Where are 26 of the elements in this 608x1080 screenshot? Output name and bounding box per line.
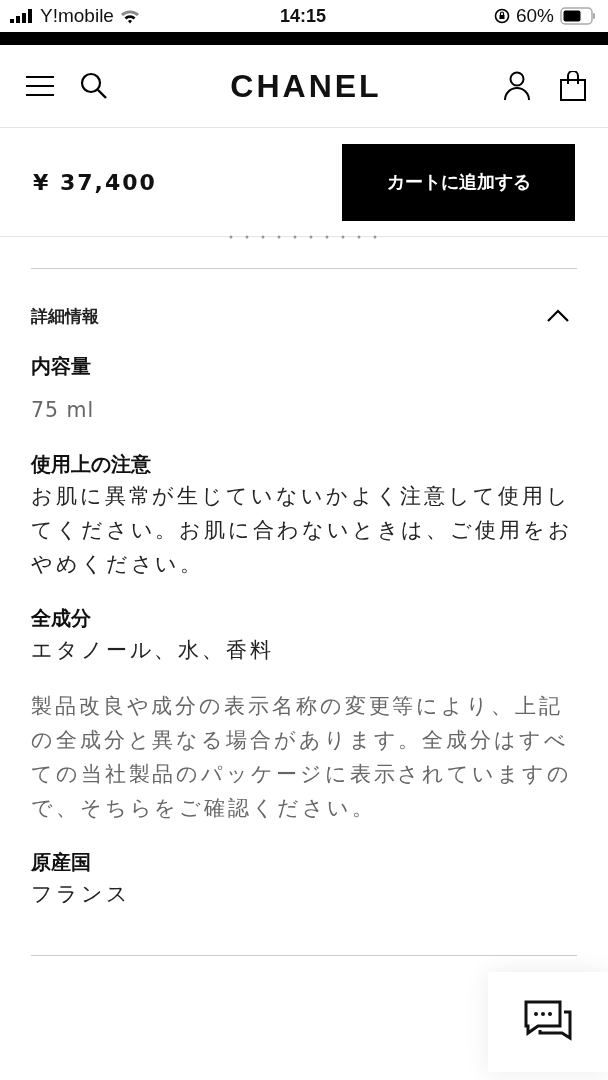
signal-icon (10, 9, 34, 23)
clock-time: 14:15 (279, 5, 326, 27)
brand-logo[interactable]: CHANEL (230, 67, 382, 105)
section-heading: 使用上の注意 (31, 451, 152, 478)
section-text: お肌に異常が生じていないかよく注意して使用してください。お肌に合わないときは、ご使用をおやめください。 (31, 483, 574, 578)
chat-button[interactable] (488, 972, 608, 1072)
menu-button[interactable] (26, 76, 54, 96)
battery-percent: 60% (515, 5, 554, 27)
section-text: 製品改良や成分の表示名称の変更等により、上記の全成分と異なる場合があります。全成分はすべての当社製品のパッケージに表示されていますので、そちらをご確認ください。 (31, 693, 573, 822)
wifi-icon (119, 8, 140, 24)
section-heading: 内容量 (31, 353, 92, 380)
section-heading: 原産国 (31, 849, 92, 876)
rotation-lock-icon (493, 8, 510, 24)
battery-icon (560, 7, 596, 25)
chat-bubbles-icon (524, 1000, 572, 1044)
section-text: フランス (31, 881, 132, 908)
section-text: エタノール、水、香料 (31, 637, 275, 664)
chevron-icon (547, 309, 569, 323)
product-price: ¥ 37,400 (33, 169, 157, 195)
carrier-name: Y!mobile (40, 5, 114, 27)
add-to-cart-button[interactable]: カートに追加する (342, 143, 575, 221)
shopping-bag-button[interactable] (560, 71, 586, 101)
section-heading: 全成分 (31, 605, 92, 632)
search-button[interactable] (80, 72, 108, 100)
section-text: 75 ml (31, 397, 96, 424)
account-button[interactable] (504, 71, 530, 101)
